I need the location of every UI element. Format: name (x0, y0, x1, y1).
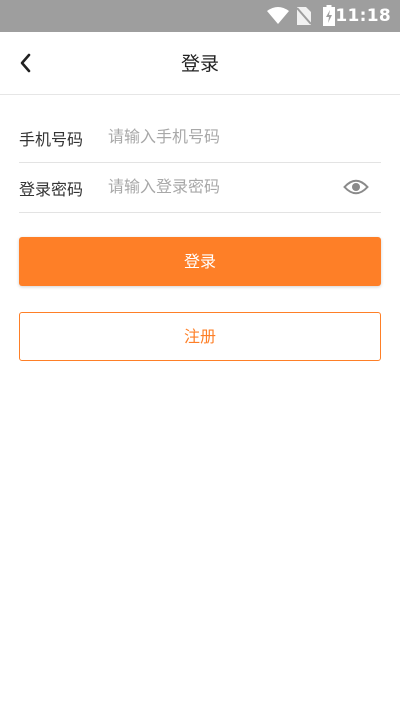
password-input[interactable] (108, 172, 338, 200)
phone-input[interactable] (108, 122, 338, 150)
status-time: 11:18 (335, 6, 391, 26)
phone-label: 手机号码 (19, 130, 84, 149)
login-button[interactable]: 登录 (19, 237, 381, 286)
status-bar: 11:18 (0, 0, 400, 32)
no-sim-icon (297, 7, 311, 25)
nav-bar: 登录 (0, 32, 400, 95)
page-title: 登录 (180, 53, 219, 75)
wifi-icon (267, 7, 289, 24)
register-button[interactable]: 注册 (19, 312, 381, 361)
password-field: 登录密码 (19, 162, 381, 213)
phone-field: 手机号码 (19, 112, 381, 163)
battery-charging-icon (323, 5, 335, 26)
password-label: 登录密码 (19, 180, 84, 199)
password-visibility-toggle[interactable] (343, 178, 369, 196)
eye-icon (343, 179, 369, 195)
